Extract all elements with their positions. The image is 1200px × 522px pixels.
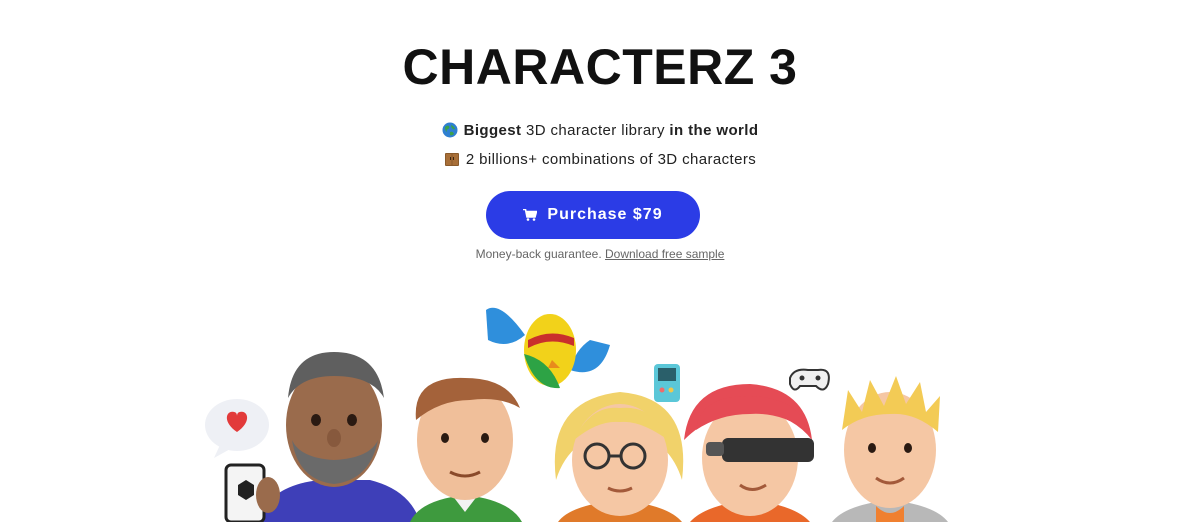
- guarantee-note: Money-back guarantee. Download free samp…: [0, 246, 1200, 262]
- wardrobe-icon: [444, 153, 459, 166]
- feature-text: 2 billions+ combinations of 3D character…: [465, 151, 757, 168]
- cart-icon: [523, 209, 538, 221]
- man-brown-hair-green-vest: [410, 377, 522, 522]
- feature-bold-end: in the world: [669, 122, 759, 139]
- page-title: CHARACTERZ 3: [402, 39, 798, 95]
- handheld-game-icon: [654, 364, 680, 402]
- woman-blonde-glasses: [554, 392, 684, 522]
- landing-page: CHARACTERZ 3 Biggest 3D character librar…: [0, 0, 1200, 522]
- woman-red-hair-vr-headset: [684, 384, 814, 522]
- man-spiky-blonde-hair: [832, 376, 948, 522]
- feature-bold-start: Biggest: [463, 122, 522, 139]
- feature-line-library: Biggest 3D character library in the worl…: [0, 121, 1200, 141]
- purchase-button[interactable]: Purchase $79: [486, 191, 700, 239]
- guarantee-text: Money-back guarantee.: [475, 247, 605, 261]
- gamepad-icon: [789, 368, 830, 391]
- feature-line-combinations: 2 billions+ combinations of 3D character…: [0, 150, 1200, 170]
- heart-speech-bubble-icon: [205, 399, 269, 458]
- feature-middle-text: 3D character library: [521, 122, 670, 139]
- characters-illustration: [205, 307, 948, 522]
- purchase-button-label: Purchase $79: [547, 206, 663, 223]
- flying-bird-superhero: [486, 307, 610, 389]
- download-sample-link[interactable]: Download free sample: [605, 247, 724, 261]
- globe-icon: [442, 122, 458, 138]
